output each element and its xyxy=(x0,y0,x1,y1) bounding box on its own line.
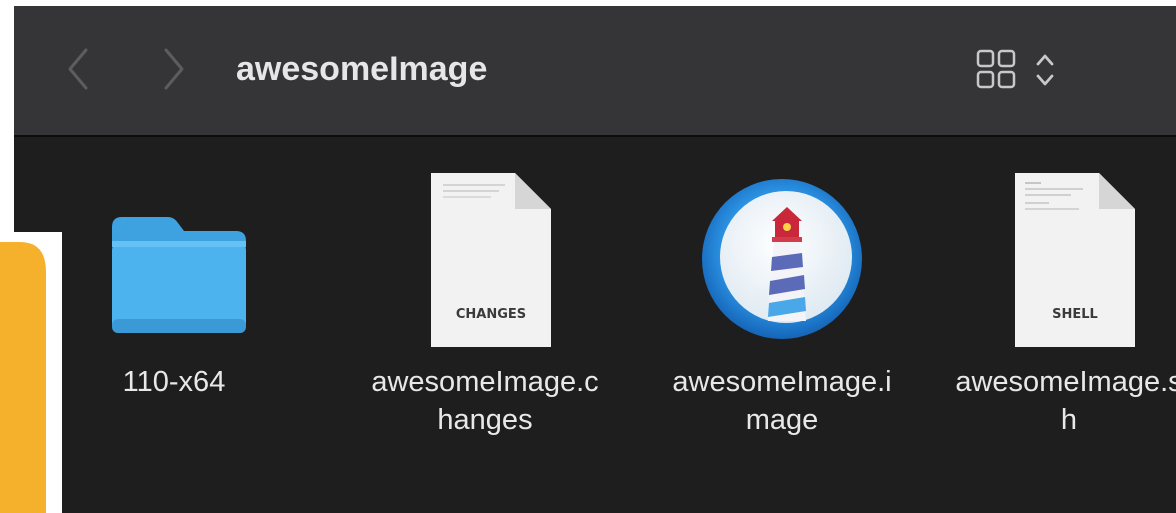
file-item-image[interactable]: awesomeImage.i mage xyxy=(637,165,927,485)
toolbar: awesomeImage xyxy=(14,0,1176,137)
file-grid: 110-x64 CHANGES awesomeImage.c hanges aw… xyxy=(14,137,1176,513)
file-name-line-1: awesomeImage.s xyxy=(955,366,1176,398)
file-item-folder[interactable]: 110-x64 xyxy=(29,165,319,485)
file-name-line-2: h xyxy=(1060,404,1078,436)
view-options-button[interactable] xyxy=(972,44,1082,96)
window-top-edge xyxy=(14,0,1176,6)
file-name-line-1: 110-x64 xyxy=(122,366,226,398)
file-item-changes[interactable]: CHANGES awesomeImage.c hanges xyxy=(340,165,630,485)
overlapping-window-edge xyxy=(0,232,62,513)
file-name: 110-x64 xyxy=(29,363,319,401)
file-name: awesomeImage.c hanges xyxy=(340,363,630,439)
file-name-line-1: awesomeImage.c xyxy=(371,366,599,398)
file-name-line-2: hanges xyxy=(437,404,533,436)
chevron-left-icon xyxy=(68,48,88,90)
file-item-shell[interactable]: SHELL awesomeImage.s h xyxy=(924,165,1176,485)
folder-icon xyxy=(112,217,246,333)
file-name: awesomeImage.i mage xyxy=(637,363,927,439)
up-down-chevron-icon xyxy=(1036,54,1054,86)
file-name: awesomeImage.s h xyxy=(924,363,1176,439)
file-name-line-1: awesomeImage.i xyxy=(672,366,892,398)
document-icon: SHELL xyxy=(1015,173,1135,347)
chevron-right-icon xyxy=(164,48,184,90)
grid-view-icon xyxy=(976,49,1016,89)
finder-window: awesomeImage 110-x64 CHANGES awesomeImag… xyxy=(14,0,1176,513)
window-title: awesomeImage xyxy=(236,50,488,88)
document-type-tag: SHELL xyxy=(1052,307,1098,322)
forward-button[interactable] xyxy=(154,44,194,94)
screen: awesomeImage 110-x64 CHANGES awesomeImag… xyxy=(0,0,1176,513)
document-type-tag: CHANGES xyxy=(456,307,526,322)
file-name-line-2: mage xyxy=(745,404,819,436)
lighthouse-app-icon xyxy=(702,179,862,339)
document-icon: CHANGES xyxy=(431,173,551,347)
back-button[interactable] xyxy=(58,44,98,94)
